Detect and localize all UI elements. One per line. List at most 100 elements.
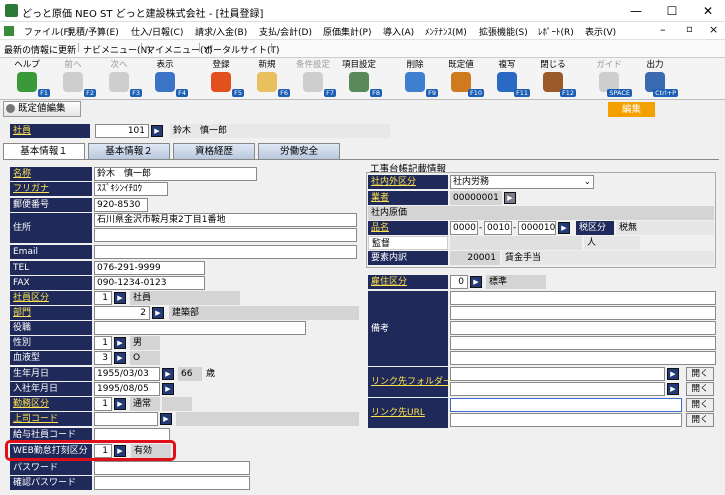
- boss-label[interactable]: 上司コード: [10, 412, 92, 426]
- toolbar-help-button[interactable]: ヘルプ F1: [4, 60, 50, 98]
- item-code-3[interactable]: 000010: [518, 221, 556, 235]
- remarks-line-3[interactable]: [450, 321, 716, 335]
- join-calendar-button[interactable]: ▶: [162, 383, 174, 395]
- gender-code[interactable]: 1: [94, 336, 112, 350]
- inout-select[interactable]: 社内労務: [450, 175, 594, 189]
- item-code-2[interactable]: 0010: [484, 221, 512, 235]
- nav-my-menu[interactable]: マイメニュー(Y): [146, 43, 213, 56]
- tab-basic-1[interactable]: 基本情報１: [3, 143, 85, 160]
- mdi-close[interactable]: ×: [709, 23, 718, 36]
- birth-field[interactable]: 1955/03/03: [94, 367, 160, 381]
- remarks-line-5[interactable]: [450, 351, 716, 365]
- kana-field[interactable]: ｽｽﾞｷｼﾝｲﾁﾛｳ: [94, 182, 168, 196]
- remarks-line-4[interactable]: [450, 336, 716, 350]
- gender-lookup-button[interactable]: ▶: [114, 337, 126, 349]
- item-code-1[interactable]: 0000: [450, 221, 478, 235]
- boss-lookup-button[interactable]: ▶: [160, 413, 172, 425]
- work-lookup-button[interactable]: ▶: [114, 398, 126, 410]
- kana-label[interactable]: フリガナ: [10, 182, 92, 196]
- post-field[interactable]: [94, 321, 306, 335]
- menu-estimate[interactable]: 見積/予算(E): [67, 25, 119, 38]
- link-url-field-2[interactable]: [450, 413, 682, 427]
- link-folder-open-2[interactable]: 開く: [686, 382, 714, 396]
- close-button[interactable]: ✕: [691, 0, 725, 22]
- toolbar-guide-button[interactable]: ガイド SPACE: [586, 60, 632, 98]
- employee-lookup-button[interactable]: ▶: [151, 125, 163, 137]
- minimize-button[interactable]: —: [619, 0, 653, 22]
- emp-class-label[interactable]: 社員区分: [10, 291, 92, 305]
- toolbar-next-button[interactable]: 次へ F3: [96, 60, 142, 98]
- toolbar-copy-button[interactable]: 複写 F11: [484, 60, 530, 98]
- link-url-label[interactable]: リンク先URL: [371, 406, 425, 420]
- link-folder-browse-1[interactable]: ▶: [667, 368, 679, 380]
- nav-refresh[interactable]: 最新の情報に更新: [4, 43, 76, 56]
- remarks-line-2[interactable]: [450, 306, 716, 320]
- link-folder-browse-2[interactable]: ▶: [667, 383, 679, 395]
- toolbar-condition-button[interactable]: 条件設定 F7: [290, 60, 336, 98]
- name-label[interactable]: 名称: [10, 167, 92, 181]
- work-label[interactable]: 勤務区分: [10, 397, 92, 411]
- name-field[interactable]: 鈴木 慎一郎: [94, 167, 257, 181]
- mdi-restore[interactable]: ▫: [686, 24, 693, 35]
- zip-field[interactable]: 920-8530: [94, 198, 148, 212]
- menu-billing[interactable]: 請求/入金(B): [195, 25, 247, 38]
- menu-file[interactable]: ファイル(F): [24, 25, 72, 38]
- emp-class-lookup-button[interactable]: ▶: [114, 292, 126, 304]
- link-folder-field-1[interactable]: [450, 367, 665, 381]
- dept-code[interactable]: 2: [94, 306, 150, 320]
- emp-class-code[interactable]: 1: [94, 291, 112, 305]
- toolbar-item-setting-button[interactable]: 項目設定 F8: [336, 60, 382, 98]
- menu-purchase[interactable]: 仕入/日報(C): [131, 25, 183, 38]
- inout-label[interactable]: 社内外区分: [368, 175, 448, 189]
- nav-portal[interactable]: ポータルサイト(T): [204, 43, 280, 56]
- item-label[interactable]: 品名: [368, 221, 448, 235]
- address-field-1[interactable]: 石川県金沢市鞍月東2丁目1番地: [94, 213, 357, 227]
- mdi-minimize[interactable]: –: [660, 23, 666, 36]
- vendor-lookup-button[interactable]: ▶: [504, 192, 516, 204]
- blood-code[interactable]: 3: [94, 351, 112, 365]
- link-folder-field-2[interactable]: [450, 382, 665, 396]
- link-folder-open-1[interactable]: 開く: [686, 367, 714, 381]
- maximize-button[interactable]: ☐: [655, 0, 689, 22]
- item-lookup-button[interactable]: ▶: [558, 222, 570, 234]
- link-url-field-1[interactable]: [450, 398, 682, 412]
- link-url-open-2[interactable]: 開く: [686, 413, 714, 427]
- menu-view[interactable]: 表示(V): [585, 25, 616, 38]
- confirm-password-field[interactable]: [94, 476, 250, 490]
- toolbar-prev-button[interactable]: 前へ F2: [50, 60, 96, 98]
- tab-basic-2[interactable]: 基本情報２: [88, 143, 170, 159]
- boss-code[interactable]: [94, 412, 158, 426]
- toolbar-close-door-button[interactable]: 閉じる F12: [530, 60, 576, 98]
- default-edit-button[interactable]: 既定値編集: [3, 101, 81, 117]
- join-field[interactable]: 1995/08/05: [94, 382, 160, 396]
- menu-extensions[interactable]: 拡張機能(S): [479, 25, 528, 38]
- tab-safety[interactable]: 労働安全: [258, 143, 340, 159]
- employee-label[interactable]: 社員: [10, 124, 90, 138]
- toolbar-new-button[interactable]: 新規 F6: [244, 60, 290, 98]
- toolbar-search-button[interactable]: 表示 F4: [142, 60, 188, 98]
- remarks-line-1[interactable]: [450, 291, 716, 305]
- resident-code[interactable]: 0: [450, 275, 468, 289]
- tel-field[interactable]: 076-291-9999: [94, 261, 205, 275]
- dept-label[interactable]: 部門: [10, 306, 92, 320]
- email-field[interactable]: [94, 245, 357, 259]
- work-code[interactable]: 1: [94, 397, 112, 411]
- blood-lookup-button[interactable]: ▶: [114, 352, 126, 364]
- resident-label[interactable]: 雇住区分: [368, 275, 448, 289]
- birth-calendar-button[interactable]: ▶: [162, 368, 174, 380]
- toolbar-ok-button[interactable]: 登録 F5: [198, 60, 244, 98]
- resident-lookup-button[interactable]: ▶: [470, 276, 482, 288]
- menu-setup[interactable]: 導入(A): [383, 25, 414, 38]
- dept-lookup-button[interactable]: ▶: [152, 307, 164, 319]
- tab-qualifications[interactable]: 資格経歴: [173, 143, 255, 159]
- menu-maintenance[interactable]: ﾒﾝﾃﾅﾝｽ(M): [425, 25, 467, 38]
- address-field-2[interactable]: [94, 228, 357, 242]
- toolbar-print-button[interactable]: 出力 Ctrl+P: [632, 60, 678, 98]
- link-folder-label[interactable]: リンク先フォルダー: [371, 375, 452, 389]
- menu-payment[interactable]: 支払/会計(D): [259, 25, 312, 38]
- toolbar-default-button[interactable]: 既定値 F10: [438, 60, 484, 98]
- vendor-label[interactable]: 業者: [368, 191, 448, 205]
- toolbar-delete-button[interactable]: 削除 F9: [392, 60, 438, 98]
- chevron-down-icon[interactable]: ⌄: [584, 175, 591, 189]
- password-field[interactable]: [94, 461, 250, 475]
